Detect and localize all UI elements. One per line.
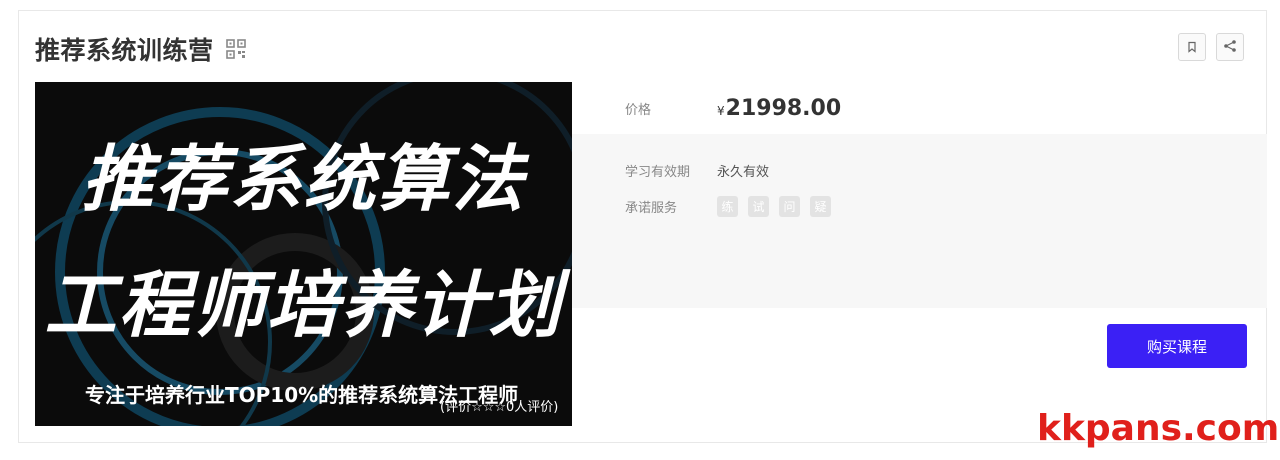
details-box: 学习有效期 永久有效 承诺服务 练 试 问 疑 — [572, 134, 1267, 308]
service-badge-ask[interactable]: 问 — [779, 195, 800, 217]
course-card: 推荐系统训练营 推荐系统算法 工程师培养计划 专注于培养行业TOP10%的推荐系… — [18, 10, 1267, 443]
course-info: 价格 ¥ 21998.00 学习有效期 永久有效 承诺服务 练 试 问 疑 — [572, 82, 1267, 308]
service-badge-question[interactable]: 疑 — [810, 195, 831, 217]
watermark-text: kkpans.com — [1037, 408, 1280, 449]
validity-label: 学习有效期 — [625, 164, 691, 180]
service-badge-practice[interactable]: 练 — [717, 195, 738, 217]
validity-row: 学习有效期 永久有效 — [625, 152, 1267, 188]
title-row: 推荐系统训练营 — [35, 31, 246, 67]
validity-value: 永久有效 — [717, 164, 770, 180]
cover-title-line1: 推荐系统算法 — [81, 137, 526, 221]
page-title: 推荐系统训练营 — [35, 36, 214, 65]
currency-symbol: ¥ — [717, 104, 725, 118]
price-row: 价格 ¥ 21998.00 — [572, 82, 1267, 134]
bookmark-icon — [1186, 38, 1198, 57]
buy-course-button[interactable]: 购买课程 — [1107, 324, 1247, 368]
share-icon — [1223, 38, 1237, 57]
share-button[interactable] — [1216, 33, 1244, 61]
top-actions — [1178, 33, 1244, 61]
cover-title-line2: 工程师培养计划 — [44, 263, 563, 347]
service-label: 承诺服务 — [625, 200, 678, 216]
course-cover-image[interactable]: 推荐系统算法 工程师培养计划 专注于培养行业TOP10%的推荐系统算法工程师 (… — [35, 82, 572, 426]
service-badge-trial[interactable]: 试 — [748, 195, 769, 217]
price-label: 价格 — [625, 102, 652, 118]
rating-text: (评价☆☆☆0人评价) — [440, 400, 559, 415]
qrcode-icon[interactable] — [225, 39, 246, 59]
bookmark-button[interactable] — [1178, 33, 1206, 61]
price-value: 21998.00 — [725, 95, 842, 121]
service-row: 承诺服务 练 试 问 疑 — [625, 188, 1267, 224]
